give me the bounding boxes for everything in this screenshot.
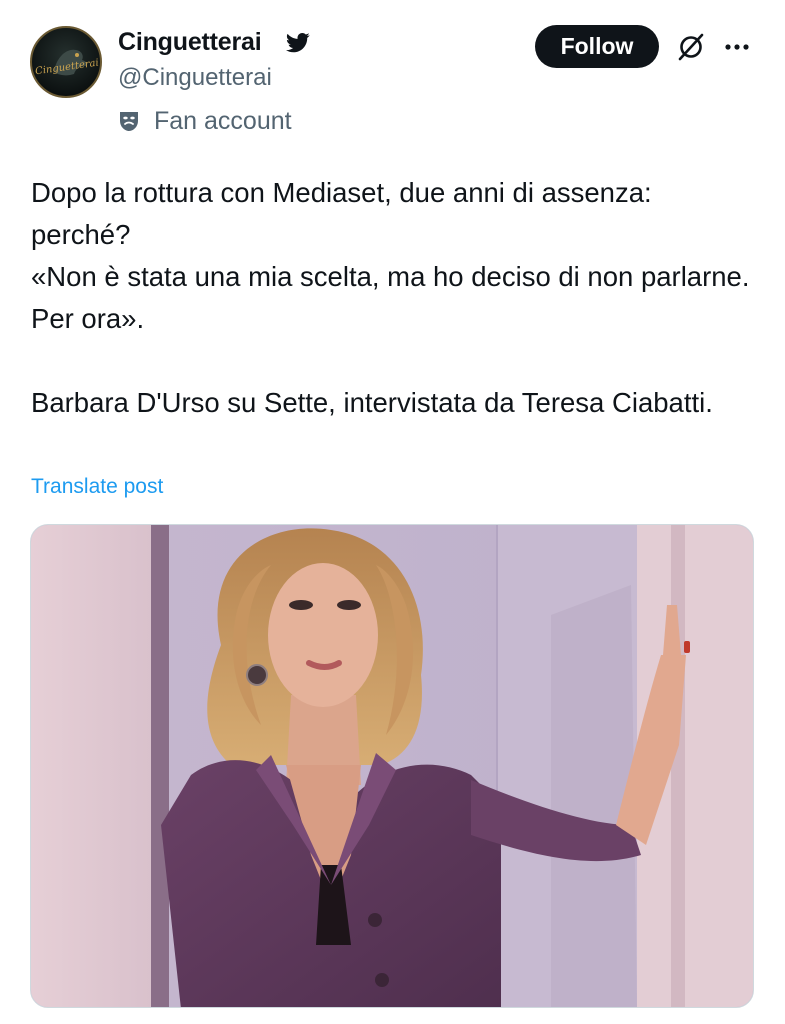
display-name[interactable]: Cinguetterai — [118, 28, 262, 57]
post-image[interactable] — [30, 524, 754, 1008]
follow-button[interactable]: Follow — [535, 25, 659, 68]
avatar[interactable]: Cinguetterai — [30, 26, 102, 98]
post-text: Dopo la rottura con Mediaset, due anni d… — [31, 177, 750, 418]
grok-icon[interactable] — [674, 30, 708, 64]
account-label-text: Fan account — [154, 106, 292, 135]
more-dots-icon[interactable] — [720, 30, 754, 64]
photo-woman-illustration — [31, 525, 753, 1007]
account-label: Fan account — [118, 106, 292, 136]
post-header: Cinguetterai Cinguetterai @Cinguetterai … — [0, 0, 785, 150]
bird-icon — [286, 33, 310, 53]
user-handle[interactable]: @Cinguetterai — [118, 64, 272, 92]
translate-post-link[interactable]: Translate post — [31, 475, 163, 499]
theater-mask-icon — [120, 112, 138, 131]
